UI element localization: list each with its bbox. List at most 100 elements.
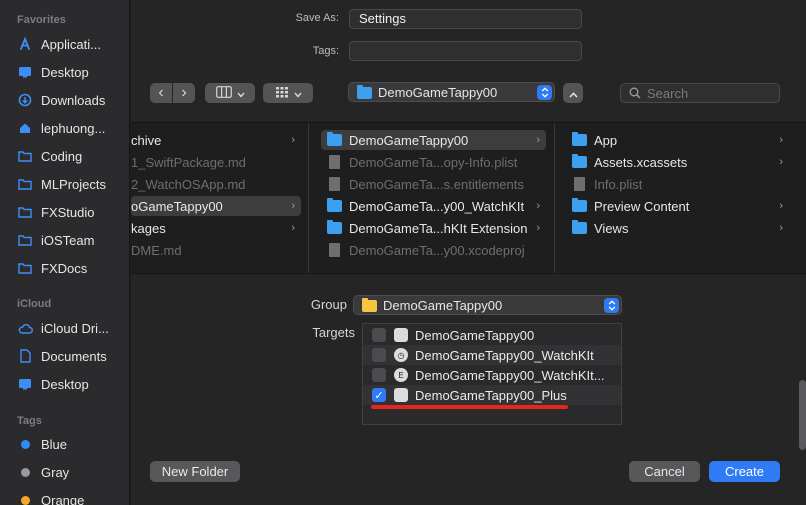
target-row[interactable]: E DemoGameTappy00_WatchKIt... xyxy=(363,365,621,385)
desktop-icon xyxy=(17,64,33,80)
save-as-label: Save As: xyxy=(295,12,339,24)
target-checkbox[interactable] xyxy=(372,328,386,342)
view-columns-button[interactable] xyxy=(205,83,255,103)
chevron-left-icon: ‹ xyxy=(158,84,164,101)
list-item[interactable]: chive › xyxy=(131,130,301,150)
folder-icon xyxy=(572,132,588,147)
target-row[interactable]: ✓ DemoGameTappy00_Plus xyxy=(363,385,621,405)
list-item[interactable]: kages › xyxy=(131,218,301,238)
list-item[interactable]: Preview Content › xyxy=(572,196,789,216)
document-icon xyxy=(17,348,33,364)
list-item[interactable]: 2_WatchOSApp.md xyxy=(131,174,301,194)
chevron-right-icon: › xyxy=(536,134,540,146)
sidebar-item-home[interactable]: lephuong... xyxy=(0,116,129,140)
target-checkbox-checked[interactable]: ✓ xyxy=(372,388,386,402)
create-button[interactable]: Create xyxy=(709,461,780,482)
xcodeproj-file-icon xyxy=(327,243,343,257)
save-as-field[interactable]: Settings xyxy=(349,9,582,29)
sidebar-tag-orange[interactable]: Orange xyxy=(0,488,129,505)
forward-button[interactable]: › xyxy=(173,83,195,103)
target-label: DemoGameTappy00_WatchKIt xyxy=(415,347,594,363)
list-item-label: DemoGameTa...opy-Info.plist xyxy=(349,154,518,170)
tags-header: Tags xyxy=(17,415,42,427)
red-underline-annotation xyxy=(371,405,568,409)
list-item[interactable]: DemoGameTa...hKIt Extension › xyxy=(327,218,546,238)
sidebar-item-iosteam[interactable]: iOSTeam xyxy=(0,228,129,252)
list-item[interactable]: DME.md xyxy=(131,240,301,260)
list-item[interactable]: Info.plist xyxy=(572,174,789,194)
sidebar-item-downloads[interactable]: Downloads xyxy=(0,88,129,112)
save-panel: Save As: Settings Tags: ‹ › DemoGameTapp… xyxy=(131,0,806,505)
cancel-button[interactable]: Cancel xyxy=(629,461,700,482)
tags-field[interactable] xyxy=(349,41,582,61)
downloads-icon xyxy=(17,92,33,108)
icloud-header: iCloud xyxy=(17,298,52,310)
chevron-right-icon: › xyxy=(536,200,540,212)
sidebar-item-fxdocs[interactable]: FXDocs xyxy=(0,256,129,280)
chevron-up-icon xyxy=(568,86,578,101)
folder-icon xyxy=(362,298,377,312)
tag-dot-icon xyxy=(17,436,33,452)
sidebar-tag-gray[interactable]: Gray xyxy=(0,460,129,484)
sidebar-item-fxstudio[interactable]: FXStudio xyxy=(0,200,129,224)
sidebar-item-mlprojects[interactable]: MLProjects xyxy=(0,172,129,196)
list-item-label: Assets.xcassets xyxy=(594,154,688,170)
search-icon xyxy=(629,87,641,99)
up-down-chevron-icon xyxy=(537,85,552,100)
group-popup[interactable]: DemoGameTappy00 xyxy=(353,295,622,315)
target-checkbox[interactable] xyxy=(372,368,386,382)
list-item[interactable]: DemoGameTa...y00_WatchKIt › xyxy=(327,196,546,216)
sidebar-item-coding[interactable]: Coding xyxy=(0,144,129,168)
search-field[interactable]: Search xyxy=(620,83,780,103)
sidebar-item-label: lephuong... xyxy=(41,120,106,136)
folder-icon xyxy=(572,220,588,235)
new-folder-button[interactable]: New Folder xyxy=(150,461,240,482)
back-button[interactable]: ‹ xyxy=(150,83,172,103)
list-item[interactable]: Views › xyxy=(572,218,789,238)
chevron-down-icon xyxy=(293,86,302,101)
group-by-button[interactable] xyxy=(263,83,313,103)
sidebar-item-icloud-drive[interactable]: iCloud Dri... xyxy=(0,316,129,340)
chevron-right-icon: › xyxy=(291,200,295,212)
group-value: DemoGameTappy00 xyxy=(383,297,503,313)
list-item-selected[interactable]: DemoGameTappy00 › xyxy=(321,130,546,150)
target-checkbox[interactable] xyxy=(372,348,386,362)
sidebar-item-icloud-desktop[interactable]: Desktop xyxy=(0,372,129,396)
chevron-right-icon: › xyxy=(779,200,783,212)
sidebar-item-desktop[interactable]: Desktop xyxy=(0,60,129,84)
sidebar-tag-blue[interactable]: Blue xyxy=(0,432,129,456)
folder-icon xyxy=(572,154,588,169)
folder-icon xyxy=(327,220,343,235)
sidebar-item-documents[interactable]: Documents xyxy=(0,344,129,368)
list-item-selected[interactable]: oGameTappy00 › xyxy=(131,196,301,216)
scrollbar[interactable] xyxy=(799,380,806,450)
sidebar-item-applications[interactable]: Applicati... xyxy=(0,32,129,56)
list-item[interactable]: Assets.xcassets › xyxy=(572,152,789,172)
list-item[interactable]: 1_SwiftPackage.md xyxy=(131,152,301,172)
list-item-label: chive xyxy=(131,132,162,148)
column-browser: chive › 1_SwiftPackage.md 2_WatchOSApp.m… xyxy=(131,122,806,274)
chevron-right-icon: › xyxy=(779,156,783,168)
targets-label: Targets xyxy=(312,325,355,340)
sidebar-item-label: Blue xyxy=(41,436,68,452)
entitlements-file-icon xyxy=(327,177,343,191)
location-popup[interactable]: DemoGameTappy00 xyxy=(348,82,555,102)
tag-dot-icon xyxy=(17,492,33,505)
target-row[interactable]: DemoGameTappy00 xyxy=(363,325,621,345)
tag-dot-icon xyxy=(17,464,33,480)
sidebar-item-label: Orange xyxy=(41,492,85,505)
target-label: DemoGameTappy00_Plus xyxy=(415,387,567,403)
target-label: DemoGameTappy00 xyxy=(415,327,535,343)
list-item[interactable]: DemoGameTa...s.entitlements xyxy=(327,174,546,194)
list-item[interactable]: DemoGameTa...opy-Info.plist xyxy=(327,152,546,172)
chevron-down-icon xyxy=(236,86,245,101)
target-row[interactable]: ◷ DemoGameTappy00_WatchKIt xyxy=(363,345,621,365)
sidebar-item-label: Desktop xyxy=(41,376,89,392)
folder-icon xyxy=(327,132,343,147)
collapse-button[interactable] xyxy=(563,83,583,103)
list-item[interactable]: DemoGameTa...y00.xcodeproj xyxy=(327,240,546,260)
watch-icon: ◷ xyxy=(394,348,408,362)
list-item[interactable]: App › xyxy=(572,130,789,150)
list-item-label: DemoGameTa...hKIt Extension xyxy=(349,220,528,236)
browser-column-2: DemoGameTappy00 › DemoGameTa...opy-Info.… xyxy=(311,123,555,273)
